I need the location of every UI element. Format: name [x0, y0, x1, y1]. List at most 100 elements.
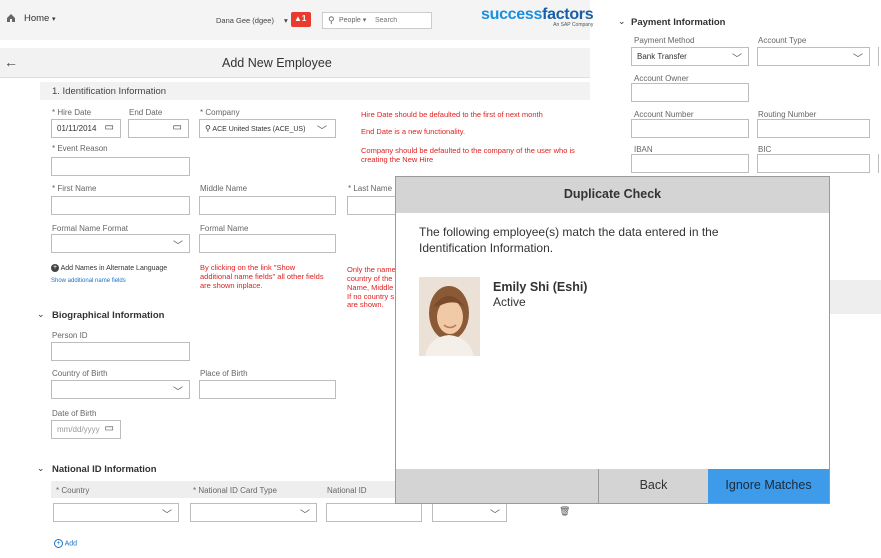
routing-number-field[interactable]: [757, 119, 870, 138]
chevron-down-icon: ﹀: [317, 126, 327, 137]
national-id-field[interactable]: [326, 503, 422, 522]
country-of-birth-select[interactable]: ﹀: [51, 380, 190, 399]
account-owner-field[interactable]: [631, 83, 749, 102]
place-of-birth-field[interactable]: [199, 380, 336, 399]
event-reason-field[interactable]: [51, 157, 190, 176]
bell-icon: ▲: [294, 14, 302, 23]
calendar-icon[interactable]: ▭: [105, 122, 114, 133]
user-name: Dana Gee (dgee): [216, 16, 274, 25]
search-input[interactable]: [375, 14, 425, 26]
calendar-icon[interactable]: ▭: [105, 423, 114, 434]
col-id-type: * National ID Card Type: [193, 486, 277, 495]
end-date-label: End Date: [129, 108, 163, 117]
first-name-field[interactable]: [51, 196, 190, 215]
account-owner-label: Account Owner: [634, 74, 689, 83]
back-button[interactable]: Back: [598, 469, 708, 503]
add-alternate-language-link[interactable]: + Add Names in Alternate Language: [51, 264, 167, 272]
national-id-title: National ID Information: [52, 464, 157, 475]
notification-count: 1: [301, 14, 307, 23]
chevron-down-icon: ﹀: [173, 241, 183, 252]
national-id-collapse-icon[interactable]: ⌄: [37, 463, 45, 474]
formal-name-field[interactable]: [199, 234, 336, 253]
formal-name-format-label: Formal Name Format: [52, 224, 129, 233]
chevron-down-icon: ▾: [284, 16, 288, 25]
chevron-down-icon: ﹀: [853, 54, 863, 65]
national-id-type-select[interactable]: ﹀: [190, 503, 317, 522]
plus-circle-icon: +: [51, 264, 59, 272]
col-country: * Country: [56, 486, 90, 495]
formal-name-format-select[interactable]: ﹀: [51, 234, 190, 253]
iban-field[interactable]: [631, 154, 749, 173]
iban-label: IBAN: [634, 145, 653, 154]
edge-divider: [878, 154, 879, 173]
dialog-title: Duplicate Check: [563, 187, 662, 201]
chevron-down-icon: ▾: [51, 16, 56, 23]
bic-field[interactable]: [757, 154, 870, 173]
edge-divider: [878, 47, 879, 66]
national-id-country-select[interactable]: ﹀: [53, 503, 179, 522]
note-link-2: additional name fields" all other fields: [200, 272, 324, 281]
dialog-header: Duplicate Check: [396, 177, 829, 213]
page-title: Add New Employee: [222, 56, 332, 70]
employee-name[interactable]: Emily Shi (Eshi): [493, 280, 587, 294]
calendar-icon[interactable]: ▭: [173, 122, 182, 133]
person-id-field[interactable]: [51, 342, 190, 361]
middle-name-field[interactable]: [199, 196, 336, 215]
note-company-1: Company should be defaulted to the compa…: [361, 146, 575, 155]
hire-date-field[interactable]: 01/11/2014 ▭: [51, 119, 121, 138]
user-menu[interactable]: Dana Gee (dgee) ▾: [216, 16, 288, 25]
notification-badge[interactable]: ▲1: [291, 12, 311, 27]
home-icon[interactable]: [6, 13, 16, 23]
biographical-collapse-icon[interactable]: ⌄: [37, 309, 45, 320]
place-of-birth-label: Place of Birth: [200, 369, 248, 378]
company-select[interactable]: ⚲ ACE United States (ACE_US) ﹀: [199, 119, 336, 138]
country-of-birth-label: Country of Birth: [52, 369, 108, 378]
back-arrow-icon[interactable]: ←: [4, 54, 18, 70]
account-type-select[interactable]: ﹀: [757, 47, 870, 66]
note-only-1: Only the name: [347, 265, 395, 274]
last-name-label: * Last Name: [348, 184, 393, 193]
chevron-down-icon: ﹀: [162, 510, 172, 521]
event-reason-label: * Event Reason: [52, 144, 108, 153]
avatar: [419, 277, 480, 356]
col-national-id: National ID: [327, 486, 367, 495]
search-icon: ⚲: [328, 15, 335, 25]
employee-status: Active: [493, 295, 526, 309]
hire-date-label: * Hire Date: [52, 108, 92, 117]
company-label: * Company: [200, 108, 240, 117]
middle-name-label: Middle Name: [200, 184, 248, 193]
note-company-2: creating the New Hire: [361, 155, 434, 164]
ignore-matches-button[interactable]: Ignore Matches: [708, 469, 829, 503]
note-link-1: By clicking on the link "Show: [200, 263, 296, 272]
payment-method-select[interactable]: Bank Transfer ﹀: [631, 47, 749, 66]
note-only-5: are shown.: [347, 300, 384, 309]
add-national-id-link[interactable]: + Add: [54, 539, 77, 548]
note-hire-date: Hire Date should be defaulted to the fir…: [361, 110, 543, 119]
people-filter[interactable]: People ▾: [339, 16, 366, 24]
note-link-3: are shown inplace.: [200, 281, 263, 290]
chevron-down-icon: ﹀: [300, 510, 310, 521]
first-name-label: * First Name: [52, 184, 97, 193]
home-menu[interactable]: Home ▾: [24, 13, 56, 24]
routing-number-label: Routing Number: [758, 110, 817, 119]
trash-icon[interactable]: 🗑: [559, 506, 570, 517]
top-bar: Home ▾ Dana Gee (dgee) ▾ ▲1 ⚲ People ▾ s…: [0, 0, 594, 40]
search-icon: ⚲: [205, 124, 211, 133]
last-name-field[interactable]: [347, 196, 397, 215]
note-end-date: End Date is a new functionality.: [361, 127, 466, 136]
account-number-field[interactable]: [631, 119, 749, 138]
note-only-3: Name, Middle: [347, 283, 394, 292]
home-label: Home: [24, 13, 50, 24]
successfactors-logo: successfactors An SAP Company: [481, 6, 594, 28]
national-id-extra-select[interactable]: ﹀: [432, 503, 507, 522]
end-date-field[interactable]: ▭: [128, 119, 189, 138]
person-id-label: Person ID: [52, 331, 88, 340]
title-bar: ← Add New Employee: [0, 48, 590, 78]
date-of-birth-field[interactable]: mm/dd/yyyy ▭: [51, 420, 121, 439]
search-box[interactable]: ⚲ People ▾: [322, 12, 432, 29]
show-additional-name-fields-link[interactable]: Show additional name fields: [51, 278, 126, 284]
employee-match-card[interactable]: Emily Shi (Eshi) Active: [419, 277, 719, 357]
duplicate-check-dialog: Duplicate Check The following employee(s…: [395, 176, 830, 504]
payment-collapse-icon[interactable]: ⌄: [618, 16, 626, 27]
payment-title: Payment Information: [631, 17, 726, 28]
